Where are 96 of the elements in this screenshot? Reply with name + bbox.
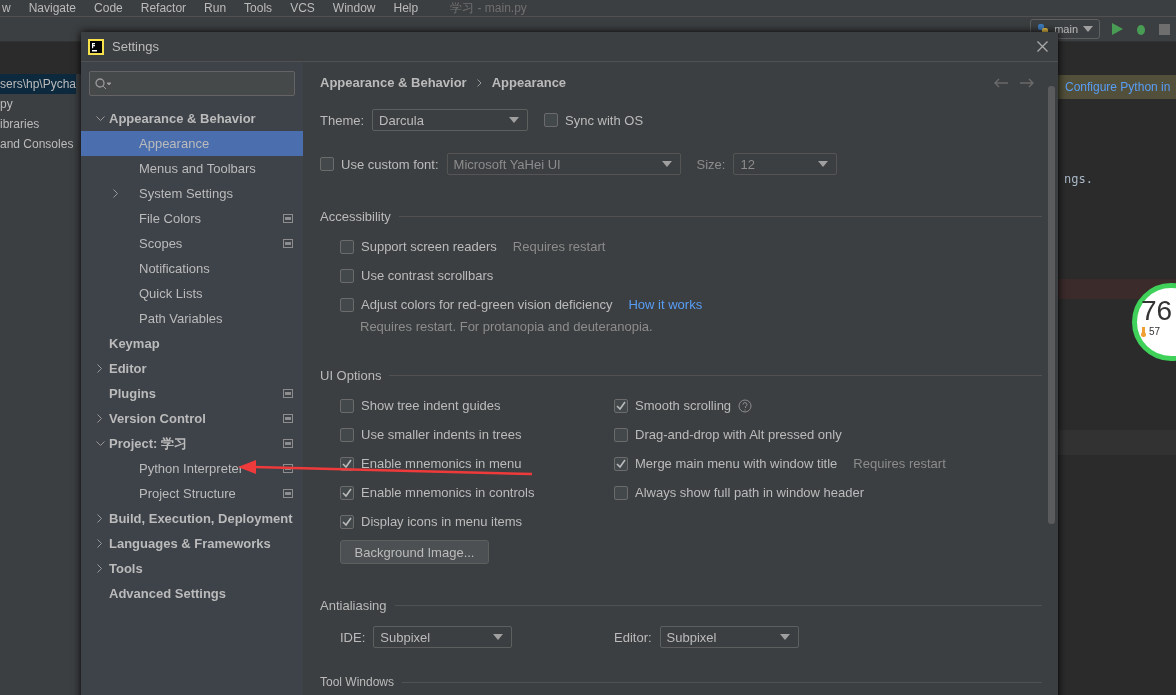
settings-tree-item[interactable]: File Colors	[81, 206, 303, 231]
checkbox-label[interactable]: Enable mnemonics in menu	[361, 456, 522, 471]
chevron-right-icon	[476, 78, 482, 87]
settings-tree-item[interactable]: Notifications	[81, 256, 303, 281]
forward-arrow-icon[interactable]	[1020, 77, 1034, 88]
checkbox-label[interactable]: Use contrast scrollbars	[361, 268, 494, 283]
settings-tree-item[interactable]: System Settings	[81, 181, 303, 206]
settings-tree-item[interactable]: Python Interpreter	[81, 456, 303, 481]
checkbox[interactable]	[614, 398, 628, 413]
breadcrumb-item: Appearance	[491, 75, 567, 90]
project-tree-item[interactable]: and Consoles	[0, 134, 74, 154]
menu-item[interactable]: Code	[94, 1, 123, 15]
caret-icon	[509, 117, 520, 123]
settings-tree-item[interactable]: Project Structure	[81, 481, 303, 506]
scrollbar[interactable]	[1048, 86, 1055, 524]
checkbox[interactable]	[340, 485, 354, 500]
close-icon[interactable]	[1037, 41, 1048, 52]
menu-item[interactable]: VCS	[290, 1, 315, 15]
back-arrow-icon[interactable]	[994, 77, 1008, 88]
checkbox[interactable]	[340, 427, 354, 442]
stop-icon[interactable]	[1159, 23, 1170, 35]
restart-note: Requires restart	[512, 239, 606, 254]
settings-tree-item[interactable]: Quick Lists	[81, 281, 303, 306]
settings-tree-item[interactable]: Scopes	[81, 231, 303, 256]
app-logo-icon	[88, 38, 104, 55]
search-field[interactable]	[89, 71, 295, 96]
code-text: ngs.	[1064, 172, 1093, 186]
checkbox-label[interactable]: Support screen readers	[361, 239, 497, 254]
dialog-title: Settings	[112, 39, 159, 54]
breadcrumb-item[interactable]: Appearance & Behavior	[320, 75, 467, 90]
checkbox[interactable]	[340, 239, 354, 254]
caret-icon	[818, 161, 829, 167]
memory-gauge: 76 57	[1132, 283, 1176, 361]
caret-icon	[1083, 26, 1093, 32]
settings-tree-item[interactable]: Menus and Toolbars	[81, 156, 303, 181]
checkbox[interactable]	[614, 427, 628, 442]
settings-tree-item[interactable]: Version Control	[81, 406, 303, 431]
checkbox[interactable]	[340, 514, 354, 529]
settings-tree-item[interactable]: Plugins	[81, 381, 303, 406]
settings-tree-item[interactable]: Editor	[81, 356, 303, 381]
checkbox-label[interactable]: Always show full path in window header	[635, 485, 865, 500]
checkbox[interactable]	[614, 456, 628, 471]
checkbox-label[interactable]: Show tree indent guides	[361, 398, 501, 413]
field-label: Theme:	[320, 112, 365, 128]
field-label: Size:	[696, 156, 726, 172]
restart-note: Requires restart	[853, 456, 946, 471]
project-tree-item[interactable]: sers\hp\Pycha	[0, 74, 77, 94]
settings-tree-item[interactable]: Build, Execution, Deployment	[81, 506, 303, 531]
caret-icon	[779, 634, 790, 640]
menu-item[interactable]: Tools	[244, 1, 273, 15]
settings-tree-item[interactable]: Path Variables	[81, 306, 303, 331]
antialiasing-dropdown[interactable]: Subpixel	[373, 626, 513, 648]
settings-tree-item[interactable]: Project: 学习	[81, 431, 303, 456]
field-label: Editor:	[614, 629, 652, 645]
checkbox-label[interactable]: Display icons in menu items	[361, 514, 523, 529]
settings-tree-item[interactable]: Keymap	[81, 331, 303, 356]
settings-tree-item[interactable]: Languages & Frameworks	[81, 531, 303, 556]
section-header: UI Options	[320, 367, 382, 383]
caret-icon	[661, 161, 672, 167]
theme-dropdown[interactable]: Darcula	[372, 109, 529, 131]
thermometer-icon	[1141, 326, 1146, 337]
checkbox-label[interactable]: Use smaller indents in trees	[361, 427, 522, 442]
section-header: Accessibility	[320, 208, 391, 224]
section-header: Antialiasing	[320, 597, 387, 613]
help-icon[interactable]	[738, 398, 753, 413]
menu-item[interactable]: Help	[393, 1, 419, 15]
antialiasing-dropdown[interactable]: Subpixel	[659, 626, 799, 648]
checkbox[interactable]	[340, 398, 354, 413]
checkbox-label[interactable]: Sync with OS	[565, 112, 644, 128]
menu-item[interactable]: Navigate	[28, 1, 77, 15]
run-icon[interactable]	[1112, 23, 1123, 35]
checkbox[interactable]	[340, 268, 354, 283]
menu-item[interactable]: Run	[204, 1, 227, 15]
menu-item[interactable]: Window	[332, 1, 376, 15]
caret-icon	[493, 634, 504, 640]
project-tree-item[interactable]: ibraries	[0, 114, 40, 134]
background-image-button[interactable]: Background Image...	[340, 540, 489, 564]
menu-item[interactable]: w	[2, 1, 11, 15]
settings-tree-item[interactable]: Tools	[81, 556, 303, 581]
settings-tree-item[interactable]: Advanced Settings	[81, 581, 303, 606]
checkbox-label[interactable]: Smooth scrolling	[635, 398, 732, 413]
checkbox-label[interactable]: Adjust colors for red-green vision deficiency	[361, 297, 613, 312]
menu-item[interactable]: Refactor	[140, 1, 187, 15]
search-icon	[95, 77, 111, 90]
checkbox-label[interactable]: Merge main menu with window title	[635, 456, 838, 471]
checkbox[interactable]	[544, 113, 559, 127]
checkbox[interactable]	[614, 485, 628, 500]
field-label: IDE:	[340, 629, 366, 645]
project-tree-item[interactable]: py	[0, 94, 13, 114]
hint-text: Requires restart. For protanopia and deuteranopia.	[360, 319, 653, 334]
settings-tree-item[interactable]: Appearance & Behavior	[81, 106, 303, 131]
section-header: Tool Windows	[320, 675, 395, 689]
help-link[interactable]: How it works	[628, 297, 703, 312]
checkbox[interactable]	[340, 297, 354, 312]
checkbox-label[interactable]: Enable mnemonics in controls	[361, 485, 535, 500]
checkbox-label[interactable]: Drag-and-drop with Alt pressed only	[635, 427, 842, 442]
